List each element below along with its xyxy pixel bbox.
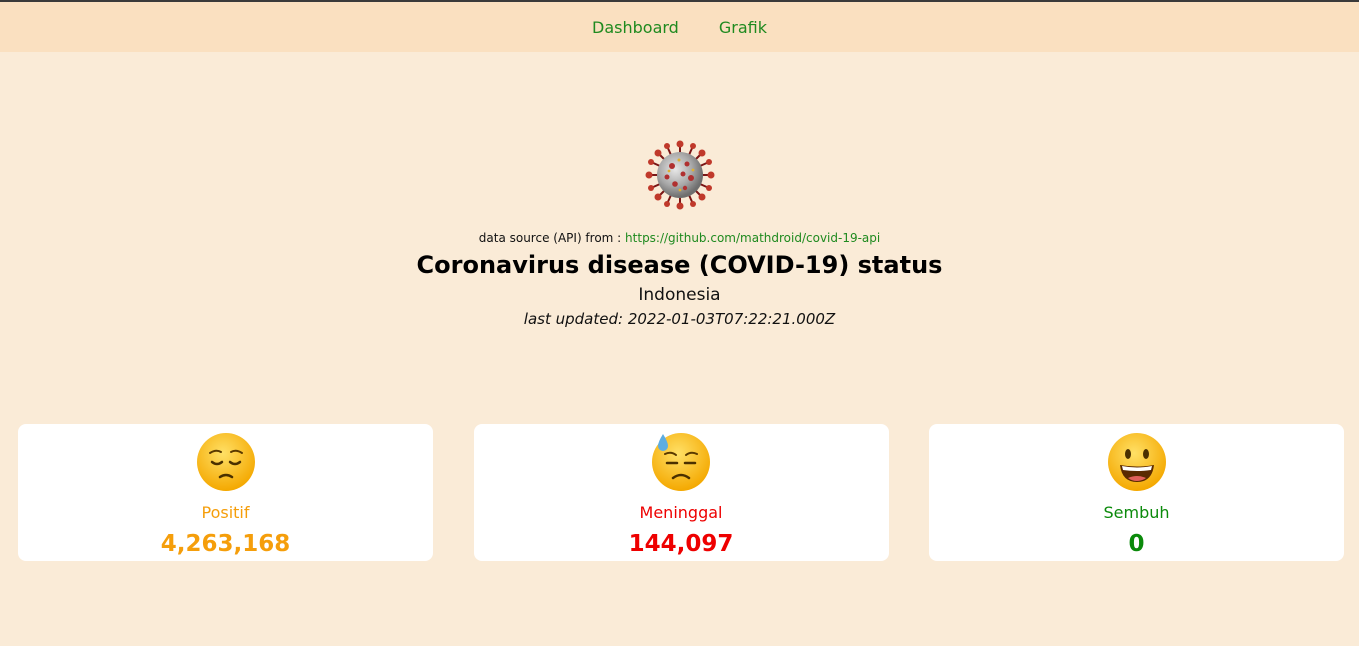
downcast-face-with-sweat-icon	[652, 433, 710, 491]
deaths-label: Meninggal	[639, 503, 723, 522]
positive-value: 4,263,168	[160, 531, 291, 557]
last-updated: last updated: 2022-01-03T07:22:21.000Z	[523, 310, 836, 328]
data-source-prefix: data source (API) from :	[478, 231, 622, 245]
navbar: Dashboard Grafik	[0, 2, 1359, 52]
positive-label: Positif	[201, 503, 250, 522]
deaths-card: Meninggal 144,097	[473, 424, 889, 561]
data-source-line: data source (API) from : https://github.…	[0, 230, 1359, 246]
coronavirus-icon	[645, 140, 714, 210]
recovered-card: Sembuh 0	[929, 424, 1344, 561]
hero-section: data source (API) from : https://github.…	[0, 140, 1359, 329]
recovered-value: 0	[1128, 531, 1145, 557]
grinning-face-icon	[1107, 433, 1166, 491]
stats-cards: Positif 4,263,168 Meninggal 144,097 Semb…	[18, 424, 1344, 561]
nav-grafik[interactable]: Grafik	[719, 18, 767, 37]
deaths-value: 144,097	[628, 531, 734, 557]
positive-card: Positif 4,263,168	[18, 424, 433, 561]
data-source-link[interactable]: https://github.com/mathdroid/covid-19-ap…	[625, 231, 880, 245]
page-title: Coronavirus disease (COVID-19) status	[416, 251, 943, 279]
pensive-face-icon	[196, 433, 255, 491]
country-name: Indonesia	[638, 285, 721, 305]
recovered-label: Sembuh	[1103, 503, 1170, 522]
nav-dashboard[interactable]: Dashboard	[592, 18, 679, 37]
